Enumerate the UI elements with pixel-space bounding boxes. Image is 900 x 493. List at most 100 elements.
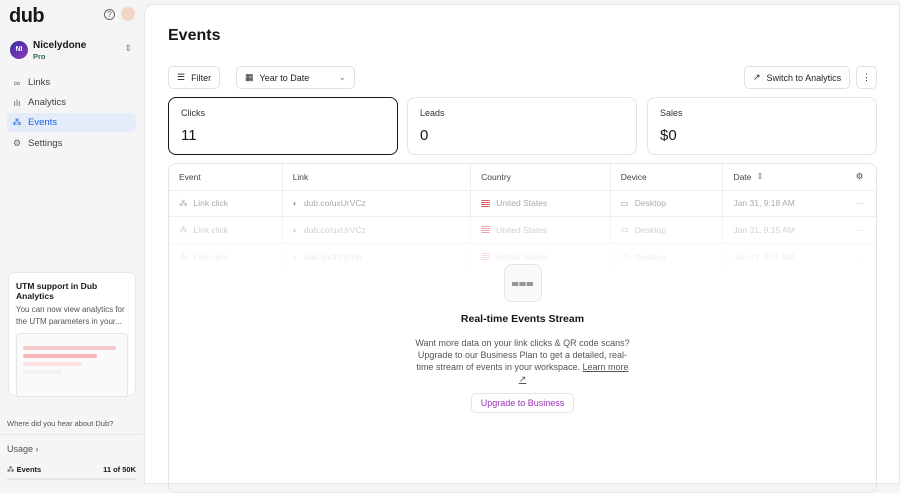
country: United States: [496, 251, 548, 262]
promo-card[interactable]: UTM support in Dub Analytics You can now…: [8, 272, 136, 397]
cursor-rays-icon: ⁂: [179, 251, 188, 262]
events-table: Event Link Country Device Date ⇕ ⚙ ⁂ Link …: [168, 163, 877, 493]
us-flag-icon: [481, 199, 491, 207]
referral-survey-link[interactable]: Where did you hear about Dub?: [7, 419, 113, 428]
sidebar-item-label: Analytics: [28, 97, 67, 109]
main-content: Events ☰ Filter ▦ Year to Date ⌄ ↗ Switch to…: [144, 4, 900, 493]
calendar-icon: ▦: [245, 72, 254, 82]
gear-icon: ⚙: [12, 137, 22, 148]
table-row[interactable]: ⁂ Link click ◐ dub.co/uxUrVCz United State…: [169, 190, 876, 217]
upgrade-overlay: ⩶ Real-time Events Stream Want more data…: [169, 264, 876, 413]
stat-card-leads[interactable]: Leads 0: [407, 97, 637, 155]
device: Desktop: [634, 224, 666, 235]
date: Jan 31, 9:18 AM: [733, 198, 795, 209]
sidebar-item-events[interactable]: ⁂ Events: [7, 113, 136, 133]
chart-icon: ılı: [13, 97, 21, 108]
column-device: Device: [611, 164, 724, 190]
workspace-switcher[interactable]: NI Nicelydone Pro ⇕: [10, 40, 135, 62]
upgrade-to-business-button[interactable]: Upgrade to Business: [470, 393, 575, 413]
device: Desktop: [634, 251, 666, 262]
chart-line-icon: ↗: [753, 72, 761, 82]
sidebar-item-analytics[interactable]: ılı Analytics: [7, 93, 136, 112]
stat-label: Leads: [420, 108, 445, 118]
events-usage: ⁂ Events 11 of 50K: [7, 465, 136, 474]
events-usage-value: 11 of 50K: [103, 465, 136, 474]
desktop-icon: ▭: [620, 251, 629, 262]
column-date[interactable]: Date ⇕: [723, 164, 843, 190]
table-row[interactable]: ⁂ Link click ◐ dub.co/uxUrVCz United State…: [169, 217, 876, 244]
filter-icon: ☰: [177, 72, 186, 82]
table-header: Event Link Country Device Date ⇕ ⚙: [169, 164, 876, 191]
stat-label: Clicks: [181, 108, 205, 118]
dub-logo[interactable]: dub: [9, 5, 45, 28]
promo-image: [16, 333, 128, 397]
desktop-icon: ▭: [620, 224, 629, 235]
event-type: Link click: [193, 198, 228, 209]
event-type: Link click: [193, 251, 228, 262]
sidebar: dub ? NI Nicelydone Pro ⇕ ∞ Links ılı Anal…: [0, 0, 143, 484]
date-range-select[interactable]: ▦ Year to Date ⌄: [236, 66, 355, 89]
help-icon[interactable]: ?: [104, 9, 115, 20]
sort-icon: ⇕: [756, 171, 764, 182]
column-event: Event: [169, 164, 283, 190]
stat-card-clicks[interactable]: Clicks 11: [168, 97, 398, 155]
workspace-name: Nicelydone: [33, 40, 87, 51]
page-title: Events: [168, 27, 221, 44]
date-range-label: Year to Date: [259, 72, 310, 83]
link-url[interactable]: dub.co/uxUrVCz: [304, 225, 366, 235]
stat-label: Sales: [660, 108, 683, 118]
sidebar-item-settings[interactable]: ⚙ Settings: [7, 134, 136, 153]
sidebar-item-label: Events: [28, 117, 58, 129]
usage-link[interactable]: Usage ›: [7, 444, 39, 454]
stat-value: $0: [660, 127, 677, 144]
cursor-rays-icon: ⁂: [12, 117, 22, 128]
more-vertical-icon: ⋮: [862, 72, 871, 82]
switch-to-analytics-button[interactable]: ↗ Switch to Analytics: [744, 66, 851, 89]
more-options-button[interactable]: ⋮: [856, 66, 877, 89]
events-usage-label: Events: [16, 465, 42, 474]
sidebar-item-label: Settings: [28, 137, 63, 149]
stat-card-sales[interactable]: Sales $0: [647, 97, 877, 155]
sidebar-nav: ∞ Links ılı Analytics ⁂ Events ⚙ Settings: [7, 73, 136, 154]
chevrons-up-down-icon: ⇕: [124, 43, 132, 53]
date-header-label: Date: [733, 171, 752, 182]
us-flag-icon: [481, 226, 491, 234]
row-menu-icon[interactable]: ···: [843, 217, 876, 243]
country: United States: [496, 198, 548, 209]
country: United States: [496, 224, 548, 235]
event-type: Link click: [193, 224, 228, 235]
column-country: Country: [471, 164, 611, 190]
desktop-icon: ▭: [620, 197, 629, 208]
link-favicon-icon: ◐: [292, 251, 298, 262]
switch-label: Switch to Analytics: [766, 72, 842, 83]
cursor-rays-icon: ⁂: [179, 197, 188, 208]
link-url[interactable]: dub.sh/9YoPhn: [304, 252, 361, 262]
workspace-plan: Pro: [33, 52, 46, 61]
stat-value: 11: [181, 127, 197, 144]
sidebar-item-links[interactable]: ∞ Links: [7, 73, 136, 92]
stream-icon: ⩶: [503, 264, 542, 302]
link-favicon-icon: ◐: [292, 198, 298, 209]
date: Jan 31, 9:15 AM: [733, 224, 795, 235]
promo-text: You can now view analytics for the UTM p…: [16, 305, 125, 326]
filter-label: Filter: [191, 72, 212, 83]
filter-button[interactable]: ☰ Filter: [168, 66, 221, 89]
upsell-title: Real-time Events Stream: [460, 313, 585, 325]
row-menu-icon[interactable]: ···: [843, 191, 876, 217]
cursor-rays-icon: ⁂: [179, 224, 188, 235]
events-usage-bar: [7, 478, 136, 480]
link-url[interactable]: dub.co/uxUrVCz: [304, 198, 366, 208]
divider: [0, 434, 143, 435]
column-link: Link: [283, 164, 472, 190]
chevron-down-icon: ⌄: [338, 72, 346, 82]
link-icon: ∞: [13, 77, 21, 88]
device: Desktop: [634, 198, 666, 209]
workspace-avatar: NI: [10, 41, 28, 59]
sidebar-item-label: Links: [28, 77, 51, 88]
stat-value: 0: [420, 127, 429, 144]
user-avatar[interactable]: [121, 7, 135, 21]
cursor-rays-icon: ⁂: [7, 465, 17, 474]
promo-title: UTM support in Dub Analytics: [16, 281, 98, 301]
table-settings-icon[interactable]: ⚙: [843, 164, 876, 190]
us-flag-icon: [481, 253, 491, 261]
